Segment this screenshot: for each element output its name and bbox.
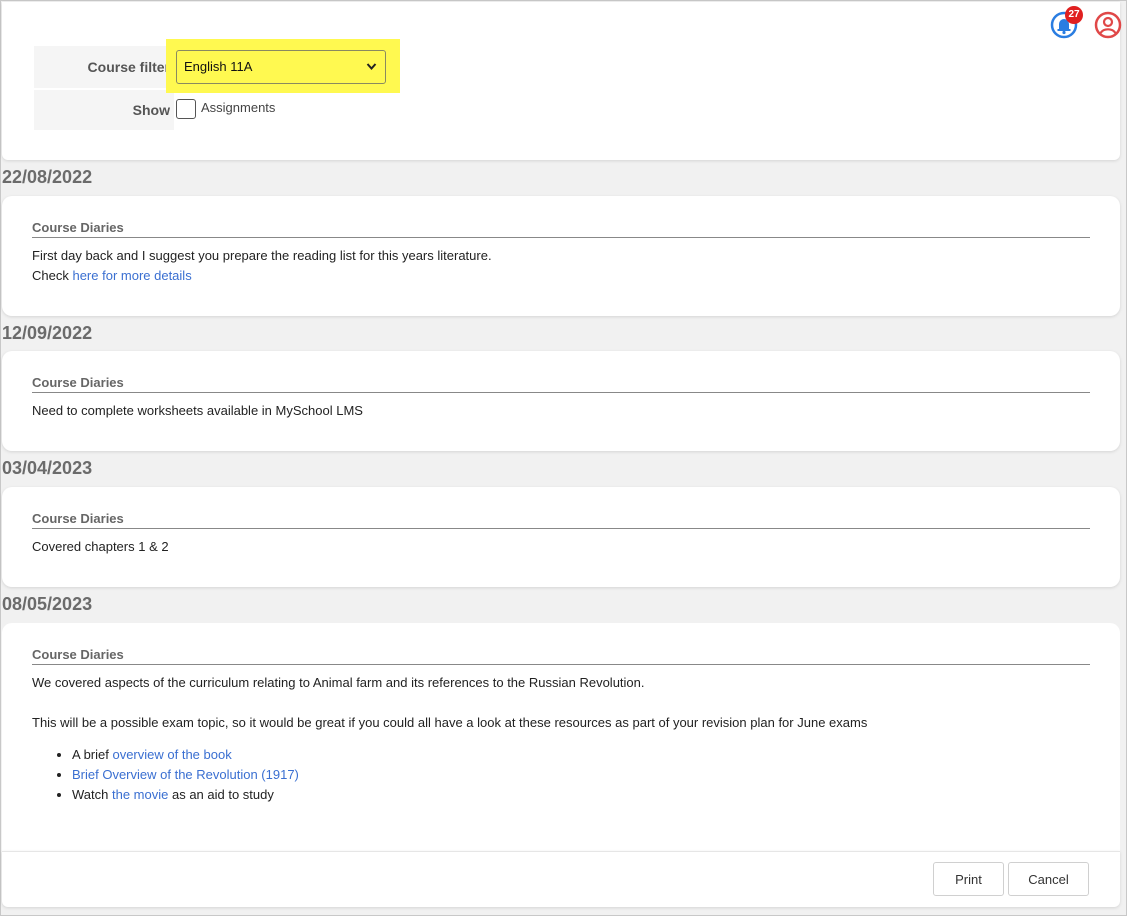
card-title: Course Diaries — [32, 375, 1090, 393]
footer-divider — [2, 851, 1120, 852]
diary-card: Course Diaries Need to complete workshee… — [2, 351, 1120, 451]
card-title: Course Diaries — [32, 220, 1090, 238]
diary-card: Course Diaries Covered chapters 1 & 2 — [2, 487, 1120, 587]
diary-card: Course Diaries First day back and I sugg… — [2, 196, 1120, 316]
diary-card: Course Diaries We covered aspects of the… — [2, 623, 1120, 851]
entry-date: 22/08/2022 — [2, 167, 93, 187]
card-text: Covered chapters 1 & 2 — [32, 539, 169, 554]
course-filter-label: Course filter — [34, 46, 174, 88]
movie-link[interactable]: the movie — [112, 787, 168, 802]
list-item: Watch the movie as an aid to study — [72, 785, 299, 805]
card-text-line: Check here for more details — [32, 268, 192, 283]
list-item: A brief overview of the book — [72, 745, 299, 765]
user-circle-icon[interactable] — [1094, 11, 1122, 39]
print-button[interactable]: Print — [933, 862, 1004, 896]
assignments-checkbox[interactable] — [176, 99, 196, 119]
entry-date: 08/05/2023 — [2, 594, 93, 614]
list-item: Brief Overview of the Revolution (1917) — [72, 765, 299, 785]
card-text-prefix: Check — [32, 268, 73, 283]
card-title: Course Diaries — [32, 647, 1090, 665]
details-link[interactable]: here for more details — [72, 268, 191, 283]
course-filter-select[interactable]: English 11A — [176, 50, 386, 84]
card-text: Need to complete worksheets available in… — [32, 403, 363, 418]
course-filter-value: English 11A — [184, 59, 253, 74]
card-text: This will be a possible exam topic, so i… — [32, 715, 868, 730]
card-text: We covered aspects of the curriculum rel… — [32, 675, 645, 690]
card-title: Course Diaries — [32, 511, 1090, 529]
assignments-label[interactable]: Assignments — [201, 100, 275, 115]
show-label: Show — [34, 90, 174, 130]
chevron-down-icon — [366, 51, 377, 95]
book-overview-link[interactable]: overview of the book — [112, 747, 231, 762]
revolution-overview-link[interactable]: Brief Overview of the Revolution (1917) — [72, 767, 299, 782]
list-item-prefix: Watch — [72, 787, 112, 802]
resource-list: A brief overview of the book Brief Overv… — [32, 745, 299, 805]
card-text: First day back and I suggest you prepare… — [32, 248, 492, 263]
list-item-prefix: A brief — [72, 747, 113, 762]
entry-date: 12/09/2022 — [2, 323, 93, 343]
cancel-button[interactable]: Cancel — [1008, 862, 1089, 896]
notification-count-badge: 27 — [1065, 6, 1083, 24]
entry-date: 03/04/2023 — [2, 458, 93, 478]
list-item-suffix: as an aid to study — [168, 787, 274, 802]
